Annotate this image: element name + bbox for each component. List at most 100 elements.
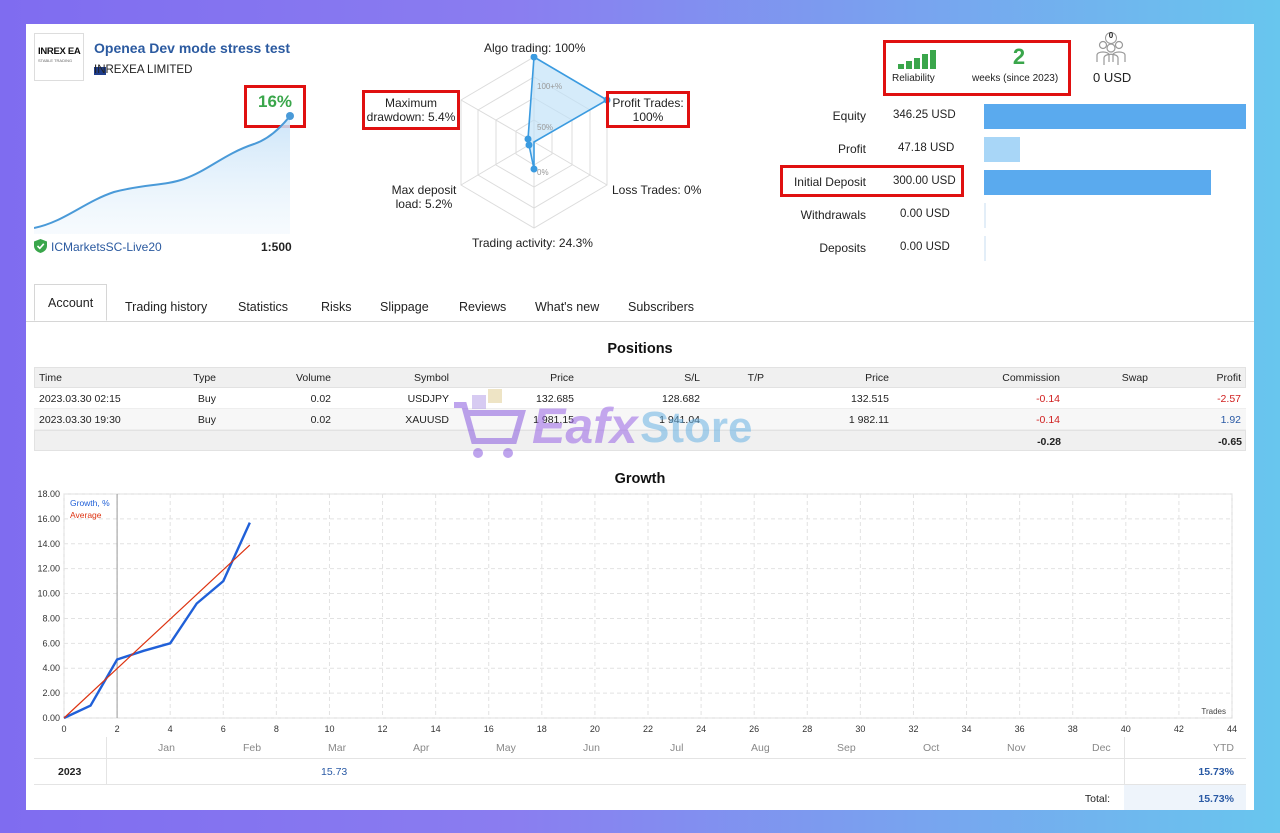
radar-point-drawdown xyxy=(524,135,532,143)
x-tick-label: 22 xyxy=(643,724,653,734)
radar-label-loss: Loss Trades: 0% xyxy=(612,183,702,197)
weeks-value: 2 xyxy=(1012,44,1026,69)
signal-title[interactable]: Openea Dev mode stress test xyxy=(94,40,290,56)
x-tick-label: 32 xyxy=(908,724,918,734)
x-tick-label: 12 xyxy=(378,724,388,734)
row1-symbol: USDJPY xyxy=(407,393,449,405)
row2-symbol: XAUUSD xyxy=(405,414,449,426)
logo-text: INREX EA xyxy=(38,46,81,57)
row1-profit: -2.57 xyxy=(1217,393,1241,405)
col-profit: Profit xyxy=(1216,372,1241,384)
month-dec: Dec xyxy=(1092,742,1111,754)
col-symbol: Symbol xyxy=(413,372,449,384)
y-tick-label: 12.00 xyxy=(37,564,60,574)
y-tick-label: 4.00 xyxy=(42,663,60,673)
growth-chart: 0 2 4 6 8 10 12 14 16 18 20 22 24 26 28 30 32 34 36 38 40 42 4… xyxy=(37,489,1237,734)
total-commission: -0.28 xyxy=(1037,436,1061,448)
tab-reviews[interactable]: Reviews xyxy=(459,296,506,322)
radar-ring-label-0: 0% xyxy=(537,168,549,177)
subscribers-count-badge: 0 xyxy=(1108,31,1114,40)
radar-label-drawdown-line2: drawdown: 5.4% xyxy=(366,110,456,124)
x-tick-label: 42 xyxy=(1174,724,1184,734)
y-tick-label: 2.00 xyxy=(42,688,60,698)
col-volume: Volume xyxy=(295,372,331,384)
stat-label-deposits: Deposits xyxy=(819,241,866,255)
feb-growth-value[interactable]: 15.73 xyxy=(321,766,347,778)
watermark-brand-a: Eafx xyxy=(532,398,638,454)
y-tick-label: 18.00 xyxy=(37,489,60,499)
radar-label-deposit-line1: Max deposit xyxy=(391,183,457,197)
ytd-growth-value: 15.73% xyxy=(1198,766,1234,778)
x-tick-label: 14 xyxy=(431,724,441,734)
stat-bar-deposits xyxy=(984,236,986,261)
signal-logo[interactable]: INREX EA STABLE TRADING xyxy=(34,33,84,81)
col-type: Type xyxy=(193,372,216,384)
radar-axis-lower-left xyxy=(460,141,535,186)
total-profit: -0.65 xyxy=(1218,436,1242,448)
row2-profit: 1.92 xyxy=(1220,414,1241,426)
growth-title: Growth xyxy=(614,471,666,487)
tab-slippage[interactable]: Slippage xyxy=(380,296,429,322)
month-apr: Apr xyxy=(413,742,430,754)
x-tick-label: 2 xyxy=(115,724,120,734)
radar-label-drawdown-line1: Maximum xyxy=(384,96,437,110)
company-name[interactable]: INREXEA LIMITED xyxy=(94,64,192,76)
x-tick-label: 0 xyxy=(61,724,66,734)
mini-growth-chart xyxy=(34,112,294,234)
year-label: 2023 xyxy=(58,766,82,778)
month-mar: Mar xyxy=(328,742,347,754)
y-tick-label: 0.00 xyxy=(42,713,60,723)
tab-statistics[interactable]: Statistics xyxy=(238,296,288,322)
x-tick-label: 30 xyxy=(855,724,865,734)
total-growth-value: 15.73% xyxy=(1198,793,1234,805)
weeks-label: weeks (since 2023) xyxy=(972,73,1059,84)
tab-whats-new[interactable]: What's new xyxy=(535,296,599,322)
tab-account[interactable]: Account xyxy=(34,284,108,321)
tab-subscribers[interactable]: Subscribers xyxy=(628,296,694,322)
stat-bar-initial-deposit xyxy=(984,170,1211,195)
month-jun: Jun xyxy=(583,742,600,754)
logo-subtext: STABLE TRADING xyxy=(38,58,73,63)
radar-label-profit-line2: 100% xyxy=(632,110,664,124)
month-aug: Aug xyxy=(751,742,770,754)
tab-risks[interactable]: Risks xyxy=(321,296,352,322)
y-tick-label: 6.00 xyxy=(42,638,60,648)
risk-radar-chart: 100+% 50% 0% xyxy=(460,54,611,229)
stat-value-withdrawals: 0.00 USD xyxy=(900,208,950,220)
broker-server[interactable]: ICMarketsSC-Live20 xyxy=(51,240,162,254)
col-commission: Commission xyxy=(1002,372,1060,384)
col-time: Time xyxy=(39,372,62,384)
x-tick-label: 38 xyxy=(1068,724,1078,734)
x-tick-label: 6 xyxy=(221,724,226,734)
stat-value-initial-deposit: 300.00 USD xyxy=(893,175,956,187)
stat-value-deposits: 0.00 USD xyxy=(900,241,950,253)
month-sep: Sep xyxy=(837,742,856,754)
radar-ring-label-50: 50% xyxy=(537,123,553,132)
stat-label-withdrawals: Withdrawals xyxy=(800,208,866,222)
row1-time: 2023.03.30 02:15 xyxy=(39,393,121,405)
radar-label-algo: Algo trading: 100% xyxy=(484,41,586,55)
legend-entry: Average xyxy=(70,510,102,520)
month-ytd: YTD xyxy=(1213,742,1234,754)
x-tick-label: 36 xyxy=(1015,724,1025,734)
y-tick-label: 16.00 xyxy=(37,514,60,524)
row2-time: 2023.03.30 19:30 xyxy=(39,414,121,426)
stat-label-equity: Equity xyxy=(832,109,866,123)
x-tick-label: 4 xyxy=(168,724,173,734)
row1-volume: 0.02 xyxy=(310,393,331,405)
month-jul: Jul xyxy=(670,742,684,754)
month-nov: Nov xyxy=(1007,742,1026,754)
radar-point-deposit-load xyxy=(525,141,533,149)
row2-commission: -0.14 xyxy=(1036,414,1060,426)
radar-label-profit-line1: Profit Trades: xyxy=(612,96,684,110)
stat-bar-profit xyxy=(984,137,1020,162)
reliability-label: Reliability xyxy=(892,73,935,84)
x-tick-label: 40 xyxy=(1121,724,1131,734)
x-tick-label: 24 xyxy=(696,724,706,734)
x-tick-label: 18 xyxy=(537,724,547,734)
x-tick-label: 26 xyxy=(749,724,759,734)
radar-ring-label-100: 100+% xyxy=(537,82,562,91)
radar-axis-upper-left xyxy=(460,99,535,143)
x-tick-label: 34 xyxy=(962,724,972,734)
tab-trading-history[interactable]: Trading history xyxy=(125,296,207,322)
